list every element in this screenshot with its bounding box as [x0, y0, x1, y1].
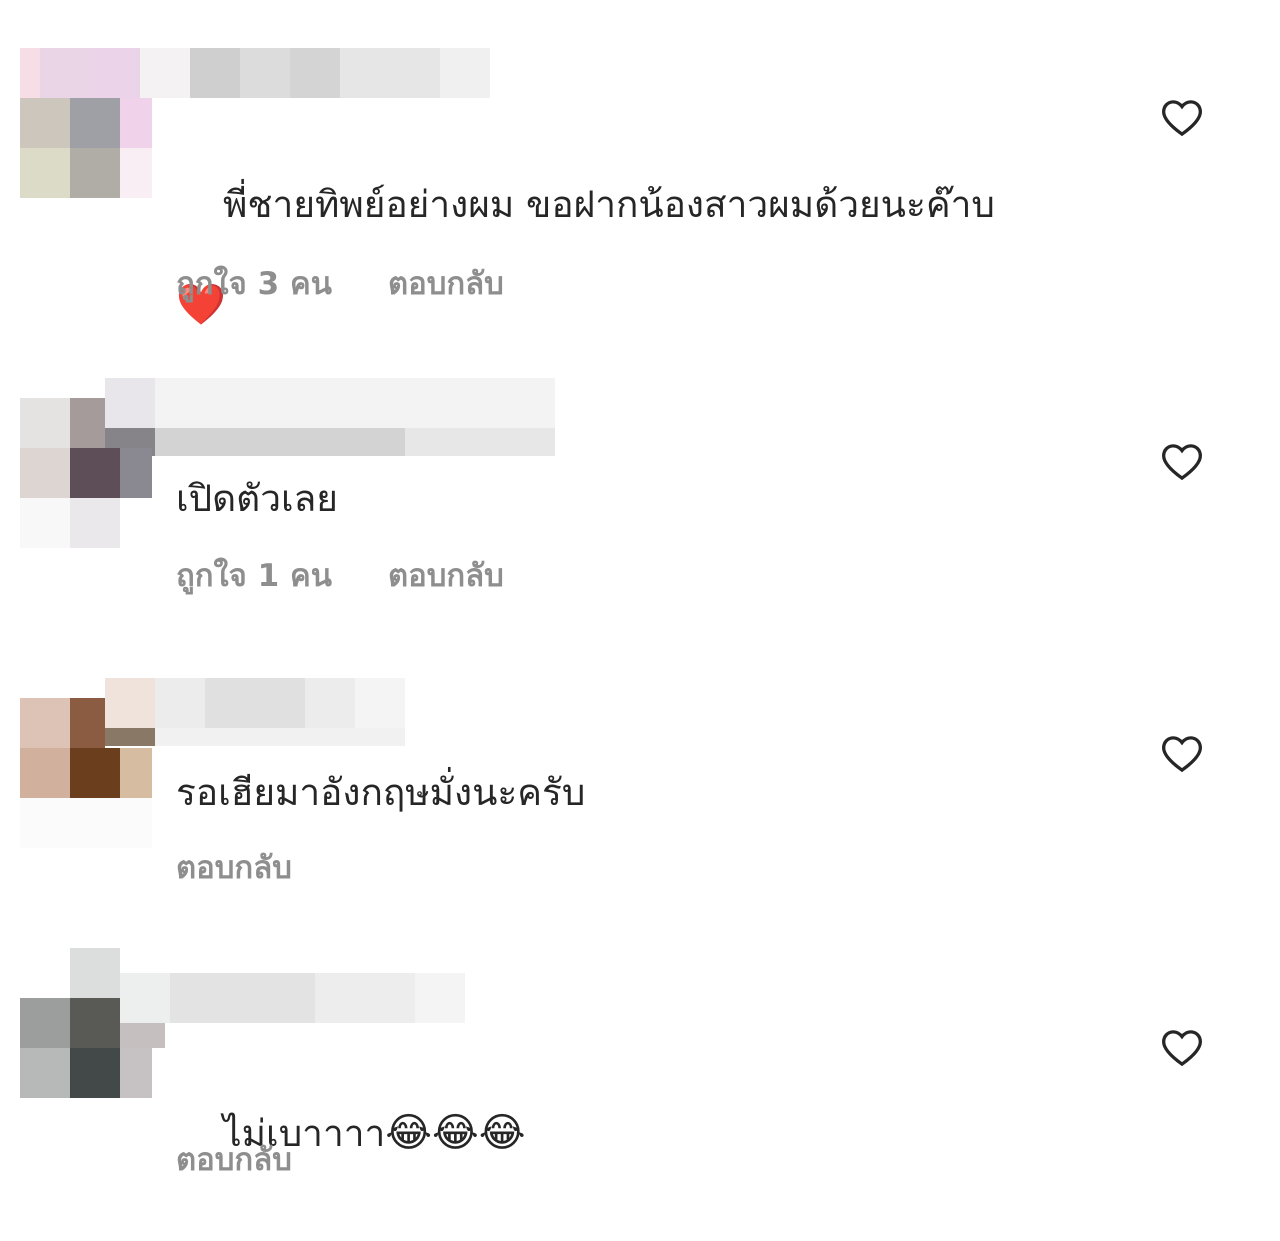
- likes-count[interactable]: ถูกใจ 1 คน: [176, 556, 332, 596]
- username-blurred[interactable]: [105, 378, 555, 456]
- comment-text: รอเฮียมาอังกฤษมั่งนะครับ: [176, 771, 586, 814]
- comment-item: พี่ชายทิพย์อย่างผม ขอฝากน้องสาวผมด้วยนะค…: [0, 0, 1280, 330]
- avatar-blurred[interactable]: [20, 998, 152, 1098]
- heart-outline-icon[interactable]: [1160, 96, 1204, 140]
- heart-outline-icon[interactable]: [1160, 732, 1204, 776]
- username-blurred[interactable]: [20, 48, 490, 98]
- comment-text: เปิดตัวเลย: [176, 477, 338, 520]
- reply-button[interactable]: ตอบกลับ: [176, 1140, 292, 1180]
- comment-meta: ตอบกลับ: [176, 848, 292, 888]
- comment-body: พี่ชายทิพย์อย่างผม ขอฝากน้องสาวผมด้วยนะค…: [223, 183, 995, 226]
- reply-button[interactable]: ตอบกลับ: [388, 556, 504, 596]
- avatar-blurred[interactable]: [20, 98, 152, 198]
- comment-item: เปิดตัวเลย ถูกใจ 1 คน ตอบกลับ: [0, 370, 1280, 630]
- heart-outline-icon[interactable]: [1160, 440, 1204, 484]
- avatar-blurred[interactable]: [20, 698, 152, 848]
- reply-button[interactable]: ตอบกลับ: [176, 848, 292, 888]
- avatar-blurred[interactable]: [20, 398, 152, 548]
- comment-text: ไม่เบาาาา😂😂😂: [176, 1058, 1136, 1209]
- reply-button[interactable]: ตอบกลับ: [388, 264, 504, 304]
- likes-count[interactable]: ถูกใจ 3 คน: [176, 264, 332, 304]
- comment-text: พี่ชายทิพย์อย่างผม ขอฝากน้องสาวผมด้วยนะค…: [176, 130, 1136, 381]
- comment-item: รอเฮียมาอังกฤษมั่งนะครับ ตอบกลับ: [0, 640, 1280, 910]
- comment-meta: ถูกใจ 3 คน ตอบกลับ: [176, 264, 504, 304]
- heart-outline-icon[interactable]: [1160, 1026, 1204, 1070]
- laughing-emoji: 😂😂😂: [385, 1110, 526, 1156]
- comment-meta: ตอบกลับ: [176, 1140, 292, 1180]
- comment-meta: ถูกใจ 1 คน ตอบกลับ: [176, 556, 504, 596]
- comment-item: ไม่เบาาาา😂😂😂 ตอบกลับ: [0, 940, 1280, 1220]
